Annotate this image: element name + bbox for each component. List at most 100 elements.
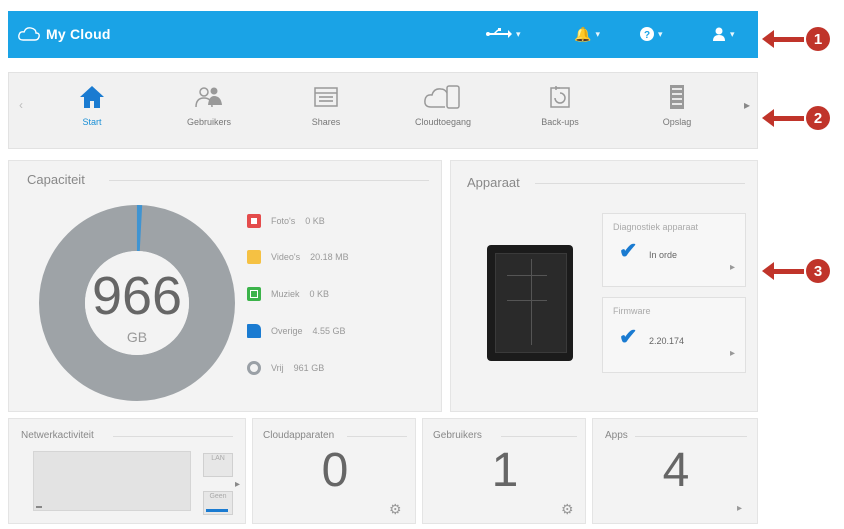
document-icon: [247, 324, 261, 338]
callout-2: 2: [762, 106, 830, 130]
check-icon: ✔: [619, 324, 638, 349]
callout-number: 3: [806, 259, 830, 283]
legend-label: Foto's: [271, 216, 296, 226]
callout-number: 1: [806, 27, 830, 51]
svg-text:?: ?: [644, 30, 650, 41]
usb-icon: [486, 28, 512, 38]
divider: [113, 436, 233, 437]
nav-label: Opslag: [662, 117, 692, 127]
help-menu[interactable]: ? ▾: [640, 22, 663, 46]
users-title: Gebruikers: [433, 430, 482, 441]
diagnostics-title: Diagnostiek apparaat: [613, 222, 699, 232]
legend-value: 0 KB: [305, 216, 325, 226]
usb-menu[interactable]: ▾: [486, 22, 521, 46]
user-caret: ▾: [730, 28, 735, 39]
nav-item-start[interactable]: Start: [37, 79, 147, 143]
device-panel: Apparaat Diagnostiek apparaat ✔ In orde …: [450, 160, 758, 412]
apps-tile: Apps 4 ▸: [592, 418, 758, 524]
capacity-panel: Capaciteit 966 GB Foto's 0 KB Video's 20…: [8, 160, 442, 412]
legend-music: Muziek 0 KB: [247, 284, 329, 304]
lan-indicator: LAN: [203, 453, 233, 477]
nav-label: Back-ups: [541, 117, 579, 127]
nav-label: Cloudtoegang: [414, 117, 472, 127]
photos-icon: [247, 214, 261, 228]
diagnostics-card[interactable]: Diagnostiek apparaat ✔ In orde ▸: [602, 213, 746, 287]
music-icon: [247, 287, 261, 301]
legend-other: Overige 4.55 GB: [247, 321, 346, 341]
legend-free: Vrij 961 GB: [247, 358, 324, 378]
legend-photos: Foto's 0 KB: [247, 211, 325, 231]
user-menu[interactable]: ▾: [712, 22, 735, 46]
nav-label: Start: [82, 117, 102, 127]
nav-item-backups[interactable]: Back-ups: [505, 79, 615, 143]
device-title: Apparaat: [467, 175, 520, 190]
wan-label: Geen: [209, 493, 227, 500]
chevron-right-icon[interactable]: ▸: [730, 262, 735, 273]
apps-count: 4: [662, 444, 690, 497]
capacity-value: 966: [91, 266, 183, 326]
nav-next-arrow[interactable]: ▸: [744, 98, 750, 112]
nas-device-image: [487, 245, 573, 361]
help-caret: ▾: [658, 28, 663, 39]
shares-icon: [314, 87, 338, 107]
cloud-devices-title: Cloudapparaten: [263, 430, 335, 441]
nav-item-shares[interactable]: Shares: [271, 79, 381, 143]
legend-label: Overige: [271, 326, 303, 336]
brand-name[interactable]: My Cloud: [46, 26, 111, 42]
legend-value: 0 KB: [309, 289, 330, 299]
divider: [635, 436, 747, 437]
divider: [501, 436, 577, 437]
backup-icon: [550, 86, 570, 108]
usb-caret: ▾: [516, 28, 521, 39]
check-icon: ✔: [619, 238, 638, 263]
help-icon: ?: [640, 27, 654, 41]
firmware-card[interactable]: Firmware ✔ 2.20.174 ▸: [602, 297, 746, 373]
callout-arrow: [762, 108, 804, 127]
users-tile: Gebruikers 1 ⚙: [422, 418, 586, 524]
user-icon: [713, 27, 725, 41]
cloud-devices-tile: Cloudapparaten 0 ⚙: [252, 418, 416, 524]
nav-item-cloud-access[interactable]: Cloudtoegang: [388, 79, 498, 143]
capacity-title: Capaciteit: [27, 172, 85, 187]
nav-label: Gebruikers: [186, 117, 231, 127]
chevron-right-icon[interactable]: ▸: [737, 503, 742, 514]
wan-indicator: Geen: [203, 491, 233, 515]
network-activity-tile: Netwerkactiviteit LAN Geen ▸: [8, 418, 246, 524]
legend-label: Vrij: [271, 363, 284, 373]
nav-label: Shares: [311, 117, 341, 127]
callout-3: 3: [762, 259, 830, 283]
lan-label: LAN: [211, 455, 225, 462]
legend-label: Muziek: [271, 289, 300, 299]
legend-value: 961 GB: [293, 363, 325, 373]
chevron-right-icon[interactable]: ▸: [235, 479, 240, 490]
gear-icon[interactable]: ⚙: [389, 501, 402, 518]
users-count: 1: [491, 444, 519, 497]
storage-icon: [670, 85, 684, 109]
nav-item-users[interactable]: Gebruikers: [154, 79, 264, 143]
gear-icon[interactable]: ⚙: [561, 501, 574, 518]
bell-caret: ▾: [595, 28, 600, 39]
legend-value: 20.18 MB: [310, 252, 349, 262]
free-space-icon: [247, 361, 261, 375]
firmware-title: Firmware: [613, 306, 651, 316]
callout-arrow: [762, 29, 804, 48]
callout-number: 2: [806, 106, 830, 130]
divider: [109, 180, 429, 181]
divider: [347, 436, 407, 437]
nav-item-storage[interactable]: Opslag: [622, 79, 732, 143]
apps-title: Apps: [605, 430, 628, 441]
network-graph: [33, 451, 191, 511]
legend-label: Video's: [271, 252, 301, 262]
callout-arrow: [762, 261, 804, 280]
chevron-right-icon[interactable]: ▸: [730, 348, 735, 359]
capacity-unit: GB: [126, 329, 148, 345]
legend-videos: Video's 20.18 MB: [247, 247, 349, 267]
nav-prev-arrow[interactable]: ‹: [19, 98, 23, 112]
cloud-access-icon: [424, 85, 460, 109]
network-title: Netwerkactiviteit: [21, 430, 94, 441]
notifications-menu[interactable]: 🔔 ▾: [574, 22, 600, 46]
cloud-devices-count: 0: [321, 444, 349, 497]
videos-icon: [247, 250, 261, 264]
users-icon: [195, 87, 222, 108]
top-bar: My Cloud ▾ 🔔 ▾ ? ▾ ▾: [8, 11, 758, 58]
